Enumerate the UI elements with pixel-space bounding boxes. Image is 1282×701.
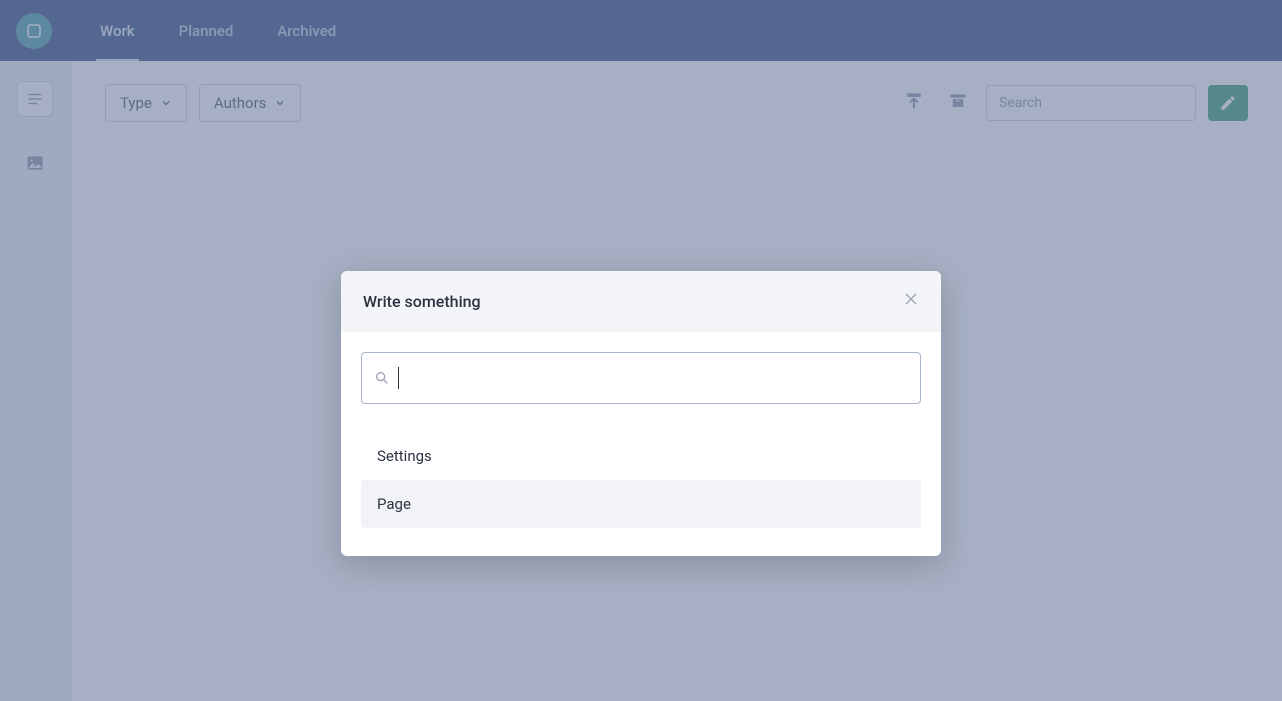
modal-title: Write something (363, 292, 481, 311)
close-icon[interactable] (903, 291, 919, 312)
modal-options: Settings Page (361, 432, 921, 528)
modal-search[interactable] (361, 352, 921, 404)
write-modal: Write something Settings Page (341, 271, 941, 556)
option-settings[interactable]: Settings (361, 432, 921, 480)
modal-overlay[interactable]: Write something Settings Page (0, 0, 1282, 701)
option-page[interactable]: Page (361, 480, 921, 528)
modal-header: Write something (341, 271, 941, 332)
